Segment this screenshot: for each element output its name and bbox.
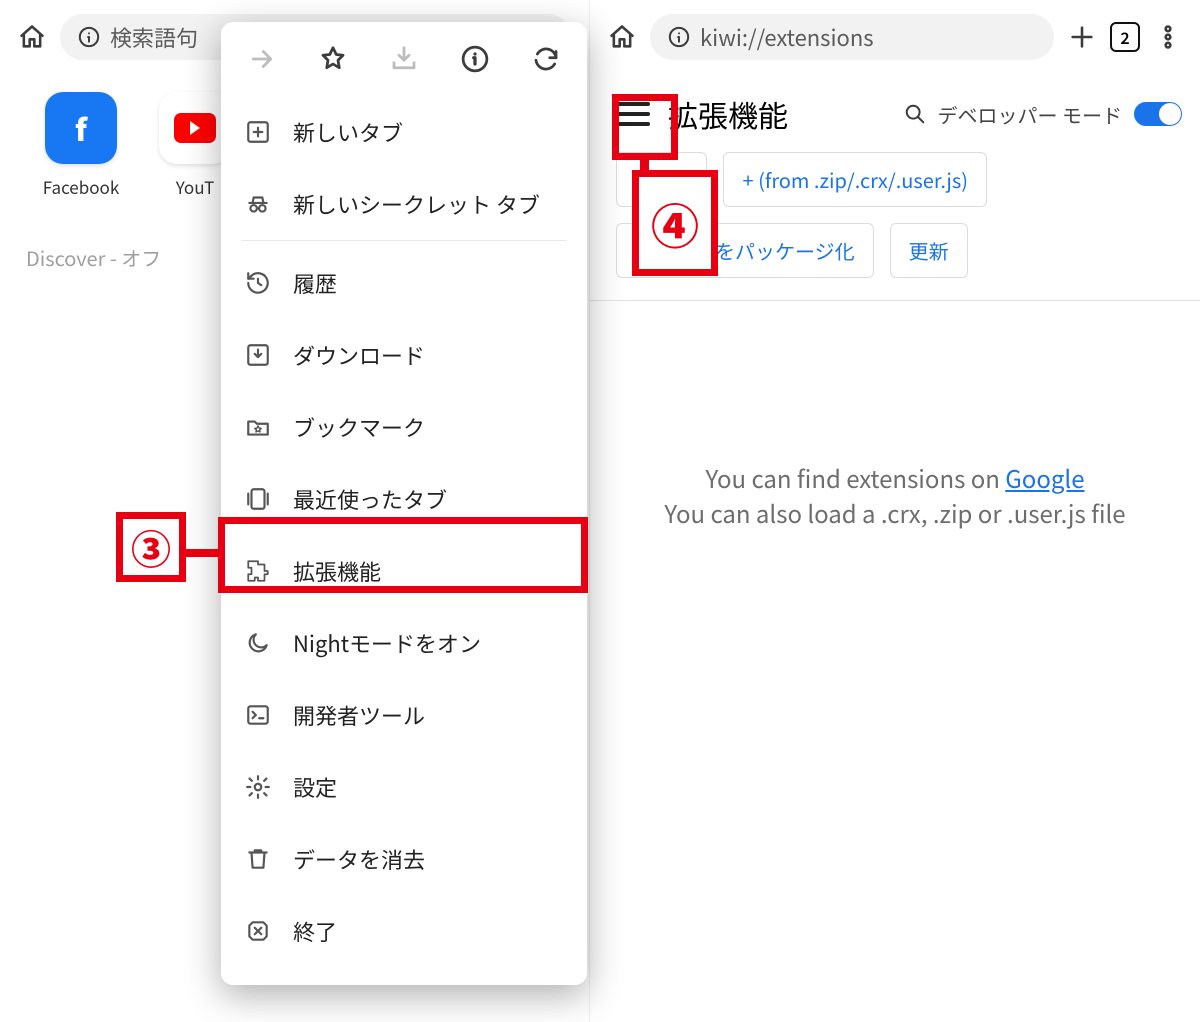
bookmark-folder-icon	[245, 414, 271, 440]
gear-icon	[245, 774, 271, 800]
dev-mode-label: デベロッパー モード	[938, 100, 1122, 129]
menu-exit[interactable]: 終了	[221, 895, 587, 967]
toolbar-right: kiwi://extensions 2	[590, 0, 1200, 74]
download-icon	[245, 342, 271, 368]
home-icon[interactable]	[608, 23, 636, 51]
callout-4: ④	[632, 170, 718, 276]
reload-icon[interactable]	[531, 44, 561, 74]
home-icon[interactable]	[18, 23, 46, 51]
menu-clear-data[interactable]: データを消去	[221, 823, 587, 895]
history-icon	[245, 270, 271, 296]
speed-dial-tile[interactable]: fFacebook	[38, 92, 124, 199]
menu-history[interactable]: 履歴	[221, 247, 587, 319]
address-text: kiwi://extensions	[700, 21, 874, 53]
empty-state-message: You can find extensions on Google You ca…	[590, 301, 1200, 531]
search-icon[interactable]	[904, 103, 926, 125]
callout-3: ③	[116, 512, 186, 582]
hamburger-icon[interactable]	[616, 102, 650, 126]
exit-icon	[245, 918, 271, 944]
google-link[interactable]: Google	[1005, 460, 1084, 495]
left-pane: 検索語句 fFacebook YouT EESPN.co… y!Yah Disc…	[0, 0, 590, 1022]
right-pane: kiwi://extensions 2 拡張機能 デベロッパー モード stor…	[590, 0, 1200, 1022]
info-icon	[668, 26, 690, 48]
dev-mode-toggle[interactable]	[1134, 102, 1182, 126]
menu-extensions[interactable]: 拡張機能	[221, 535, 587, 607]
recent-tabs-icon	[245, 486, 271, 512]
kebab-icon[interactable]	[1154, 23, 1182, 51]
trash-icon	[245, 846, 271, 872]
info-icon	[78, 26, 100, 48]
info-circle-icon[interactable]	[460, 44, 490, 74]
menu-bookmarks[interactable]: ブックマーク	[221, 391, 587, 463]
menu-devtools[interactable]: 開発者ツール	[221, 679, 587, 751]
overflow-menu: 新しいタブ 新しいシークレット タブ 履歴 ダウンロード ブックマーク 最近使っ…	[221, 22, 587, 985]
menu-downloads[interactable]: ダウンロード	[221, 319, 587, 391]
terminal-icon	[245, 702, 271, 728]
address-bar-right[interactable]: kiwi://extensions	[650, 14, 1054, 60]
moon-icon	[245, 630, 271, 656]
incognito-icon	[245, 191, 271, 217]
menu-night-mode[interactable]: Nightモードをオン	[221, 607, 587, 679]
extensions-header: 拡張機能 デベロッパー モード	[590, 74, 1200, 148]
menu-settings[interactable]: 設定	[221, 751, 587, 823]
address-text: 検索語句	[110, 21, 198, 53]
menu-incognito[interactable]: 新しいシークレット タブ	[221, 168, 587, 240]
menu-recent-tabs[interactable]: 最近使ったタブ	[221, 463, 587, 535]
star-icon[interactable]	[318, 44, 348, 74]
chip-load-from-file[interactable]: + (from .zip/.crx/.user.js)	[723, 152, 987, 207]
forward-icon[interactable]	[247, 44, 277, 74]
new-tab-icon[interactable]	[1068, 23, 1096, 51]
chip-update[interactable]: 更新	[890, 223, 968, 278]
page-title: 拡張機能	[668, 92, 788, 136]
tie-3	[185, 549, 219, 557]
plus-square-icon	[245, 119, 271, 145]
extension-icon	[245, 558, 271, 584]
tab-counter[interactable]: 2	[1110, 22, 1140, 52]
download-tray-icon[interactable]	[389, 44, 419, 74]
menu-new-tab[interactable]: 新しいタブ	[221, 96, 587, 168]
